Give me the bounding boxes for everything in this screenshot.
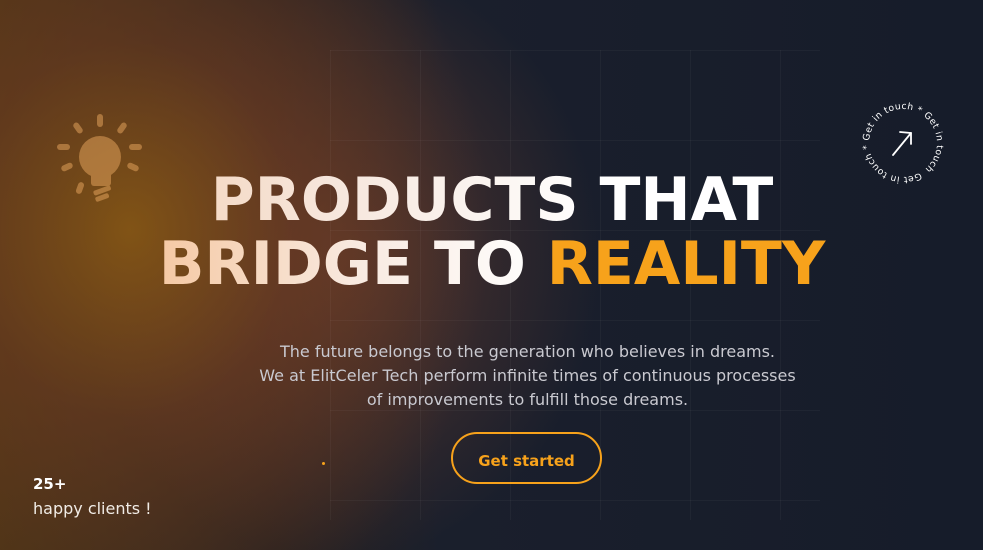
arrow-up-right-icon <box>892 131 912 156</box>
decorative-dot <box>322 462 325 465</box>
hero-section: PRODUCTS THAT BRIDGE TO REALITY The futu… <box>0 0 983 550</box>
happy-clients-stat: 25+ happy clients ! <box>33 472 152 522</box>
headline-highlight: REALITY <box>546 229 826 299</box>
clients-label: happy clients ! <box>33 499 152 518</box>
get-in-touch-badge[interactable]: Get in touch * Get in touch * Get in tou… <box>858 98 948 188</box>
headline-line-2: BRIDGE TO REALITY <box>0 232 983 296</box>
hero-headline: PRODUCTS THAT BRIDGE TO REALITY <box>0 168 983 296</box>
headline-line-2-text: BRIDGE TO <box>158 229 547 299</box>
hero-subtitle: The future belongs to the generation who… <box>200 340 855 412</box>
subtitle-line-1: The future belongs to the generation who… <box>279 342 775 361</box>
get-started-button[interactable]: Get started <box>451 432 602 484</box>
subtitle-line-3: of improvements to fulfill those dreams. <box>366 390 689 409</box>
subtitle-line-2: We at ElitCeler Tech perform infinite ti… <box>259 366 796 385</box>
clients-count: 25+ <box>33 475 67 493</box>
headline-line-1: PRODUCTS THAT <box>0 168 983 232</box>
